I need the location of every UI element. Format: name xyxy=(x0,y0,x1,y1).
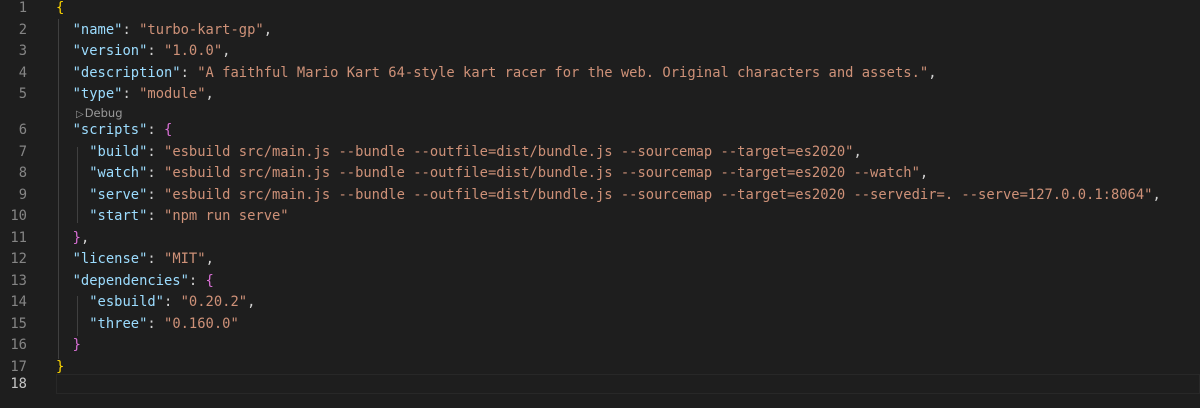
json-string: "module" xyxy=(139,86,206,102)
code-line: "description": "A faithful Mario Kart 64… xyxy=(72,64,937,81)
code-line: "watch": "esbuild src/main.js --bundle -… xyxy=(89,165,929,181)
line-number: 14 xyxy=(10,294,27,310)
code-editor[interactable]: 1 2 3 4 5 6 7 8 9 10 11 12 13 14 15 16 1… xyxy=(0,0,1200,408)
json-key: "name" xyxy=(72,21,123,38)
json-string: "MIT" xyxy=(164,251,206,267)
code-line: "license": "MIT", xyxy=(72,251,214,267)
code-line: "start": "npm run serve" xyxy=(89,208,289,224)
close-brace: } xyxy=(72,229,81,246)
line-number: 4 xyxy=(18,64,27,81)
json-string: "esbuild src/main.js --bundle --outfile=… xyxy=(164,143,854,160)
code-line-current[interactable] xyxy=(56,374,1200,396)
line-number: 16 xyxy=(10,337,27,353)
json-key: "license" xyxy=(72,251,148,267)
open-brace: { xyxy=(205,272,214,289)
json-string: "esbuild src/main.js --bundle --outfile=… xyxy=(164,165,920,181)
code-line: "esbuild": "0.20.2", xyxy=(89,294,256,310)
line-number: 2 xyxy=(18,21,27,38)
close-brace: } xyxy=(56,358,65,375)
code-line: "name": "turbo-kart-gp", xyxy=(72,21,273,38)
code-line: "three": "0.160.0" xyxy=(89,315,239,332)
json-string: "npm run serve" xyxy=(164,208,289,224)
json-string: "turbo-kart-gp" xyxy=(139,21,264,38)
line-number: 8 xyxy=(18,165,27,181)
json-string: "0.160.0" xyxy=(164,315,239,332)
line-number: 3 xyxy=(18,43,27,59)
json-string: "0.20.2" xyxy=(180,294,248,310)
code-line: "type": "module", xyxy=(72,86,214,102)
line-number: 5 xyxy=(18,86,27,102)
json-key: "serve" xyxy=(89,186,148,203)
json-key: "esbuild" xyxy=(89,294,164,310)
json-key: "build" xyxy=(89,143,148,160)
code-line: "version": "1.0.0", xyxy=(72,43,231,59)
json-key: "start" xyxy=(89,208,148,224)
json-string: "A faithful Mario Kart 64-style kart rac… xyxy=(197,64,929,81)
code-line: } xyxy=(56,335,1200,357)
code-line: }, xyxy=(72,229,90,246)
open-brace: { xyxy=(56,0,65,16)
code-line: "dependencies": { xyxy=(72,272,214,289)
code-line: { xyxy=(56,0,1200,20)
json-key: "three" xyxy=(89,315,148,332)
active-line-number: 18 xyxy=(10,376,27,392)
code-line: "serve": "esbuild src/main.js --bundle -… xyxy=(89,186,1161,203)
line-number-gutter: 1 2 3 4 5 6 7 8 9 10 11 12 13 14 15 16 1… xyxy=(0,0,40,408)
json-key: "description" xyxy=(72,64,181,81)
line-number: 6 xyxy=(18,122,27,138)
code-area[interactable]: { "name": "turbo-kart-gp", "version": "1… xyxy=(56,0,1200,408)
line-number: 7 xyxy=(18,143,27,160)
code-line: "build": "esbuild src/main.js --bundle -… xyxy=(89,143,862,160)
json-key: "dependencies" xyxy=(72,272,189,289)
line-number: 1 xyxy=(18,0,27,16)
line-number: 10 xyxy=(10,208,27,224)
line-number: 11 xyxy=(10,229,27,246)
json-string: "1.0.0" xyxy=(164,43,223,59)
code-line: "scripts": { xyxy=(72,122,173,138)
open-brace: { xyxy=(164,122,173,138)
json-key: "scripts" xyxy=(72,122,148,138)
line-number: 13 xyxy=(10,272,27,289)
json-string: "esbuild src/main.js --bundle --outfile=… xyxy=(164,186,1153,203)
line-number: 15 xyxy=(10,315,27,332)
line-number: 12 xyxy=(10,251,27,267)
line-number: 9 xyxy=(18,186,27,203)
json-key: "type" xyxy=(72,86,123,102)
json-key: "version" xyxy=(72,43,148,59)
close-brace: } xyxy=(72,337,81,353)
json-key: "watch" xyxy=(89,165,148,181)
